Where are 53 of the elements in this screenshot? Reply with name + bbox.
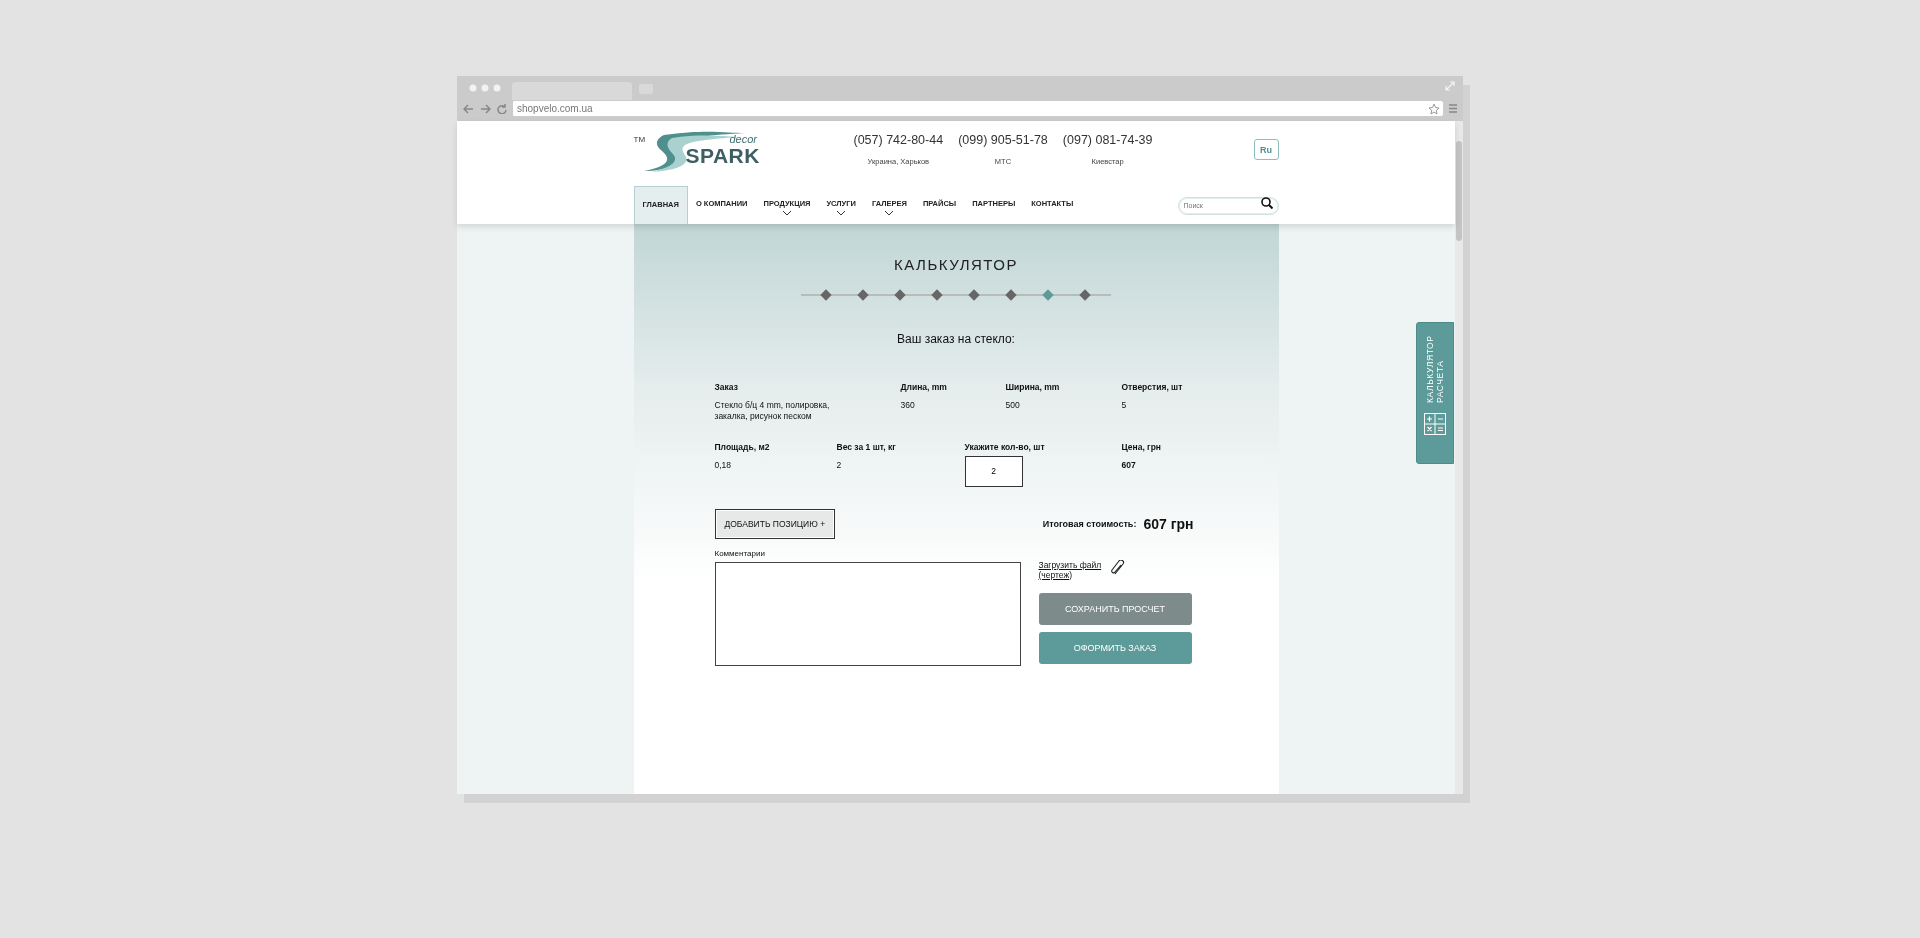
page-title: КАЛЬКУЛЯТОР (892, 255, 1019, 273)
column-label: Ширина, mm (1005, 382, 1061, 392)
chevron-icon[interactable] (836, 210, 847, 216)
cell-value: 360 (900, 400, 916, 411)
cell-value: 2 (836, 460, 843, 471)
order-heading: Ваш заказ на стекло: (896, 332, 1016, 346)
star-icon[interactable] (1428, 102, 1440, 115)
calculator-icon (1424, 413, 1446, 435)
save-estimate-button[interactable]: СОХРАНИТЬ ПРОСЧЕТ (1038, 592, 1192, 625)
scrollbar-thumb[interactable] (1456, 141, 1462, 241)
upload-file-link[interactable]: Загрузить файл (чертеж) (1038, 559, 1107, 580)
step-diamond[interactable] (968, 289, 980, 301)
forward-icon[interactable] (480, 103, 491, 114)
quantity-field[interactable]: 2 (964, 455, 1023, 487)
column-label: Отверстия, шт (1121, 382, 1184, 392)
step-diamond[interactable] (931, 289, 943, 301)
add-position-button[interactable]: ДОБАВИТЬ ПОЗИЦИЮ + (714, 508, 836, 539)
column-label: Заказ (714, 382, 739, 392)
phone-number[interactable]: (099) 905-51-78 (958, 133, 1048, 147)
comment-label: Комментарии (714, 548, 766, 558)
chevron-icon[interactable] (781, 210, 792, 216)
cell-value: 5 (1121, 400, 1128, 411)
logo-name[interactable]: SPARK (685, 144, 760, 168)
step-diamond[interactable] (894, 289, 906, 301)
paperclip-icon[interactable] (1110, 559, 1125, 576)
step-diamond[interactable] (1079, 289, 1091, 301)
trademark-mark: TM (633, 135, 646, 144)
logo-subtitle: decor (729, 133, 758, 145)
cell-value: Стекло б/ц 4 mm, полировка, закалка, рисунок песком (714, 400, 831, 422)
total-label: Итоговая стоимость: (1042, 518, 1137, 529)
reload-icon[interactable] (497, 103, 507, 114)
side-tab-title: КАЛЬКУЛЯТОР РАСЧЕТА (1425, 334, 1445, 403)
phone-number[interactable]: (057) 742-80-44 (853, 133, 944, 147)
chevron-icon[interactable] (884, 210, 895, 216)
cell-value: 500 (1005, 400, 1021, 411)
column-label: Укажите кол-во, шт (964, 442, 1046, 452)
column-label: Длина, mm (900, 382, 948, 392)
column-label: Площадь, м2 (714, 442, 771, 452)
back-icon[interactable] (463, 103, 474, 114)
comment-field[interactable] (714, 561, 1021, 666)
step-diamond[interactable] (1042, 289, 1054, 301)
language-button[interactable]: Ru (1253, 139, 1279, 160)
phone-number[interactable]: (097) 081-74-39 (1062, 133, 1153, 147)
step-diamond[interactable] (857, 289, 869, 301)
total-value: 607 грн (1143, 515, 1194, 532)
menu-icon[interactable] (1449, 104, 1457, 113)
search-icon[interactable] (1260, 197, 1273, 209)
step-diamond[interactable] (1005, 289, 1017, 301)
price-value: 607 (1121, 460, 1137, 471)
cell-value: 0,18 (714, 460, 733, 471)
column-label: Цена, грн (1121, 442, 1162, 452)
step-diamond[interactable] (820, 289, 832, 301)
column-label: Вес за 1 шт, кг (836, 442, 897, 452)
